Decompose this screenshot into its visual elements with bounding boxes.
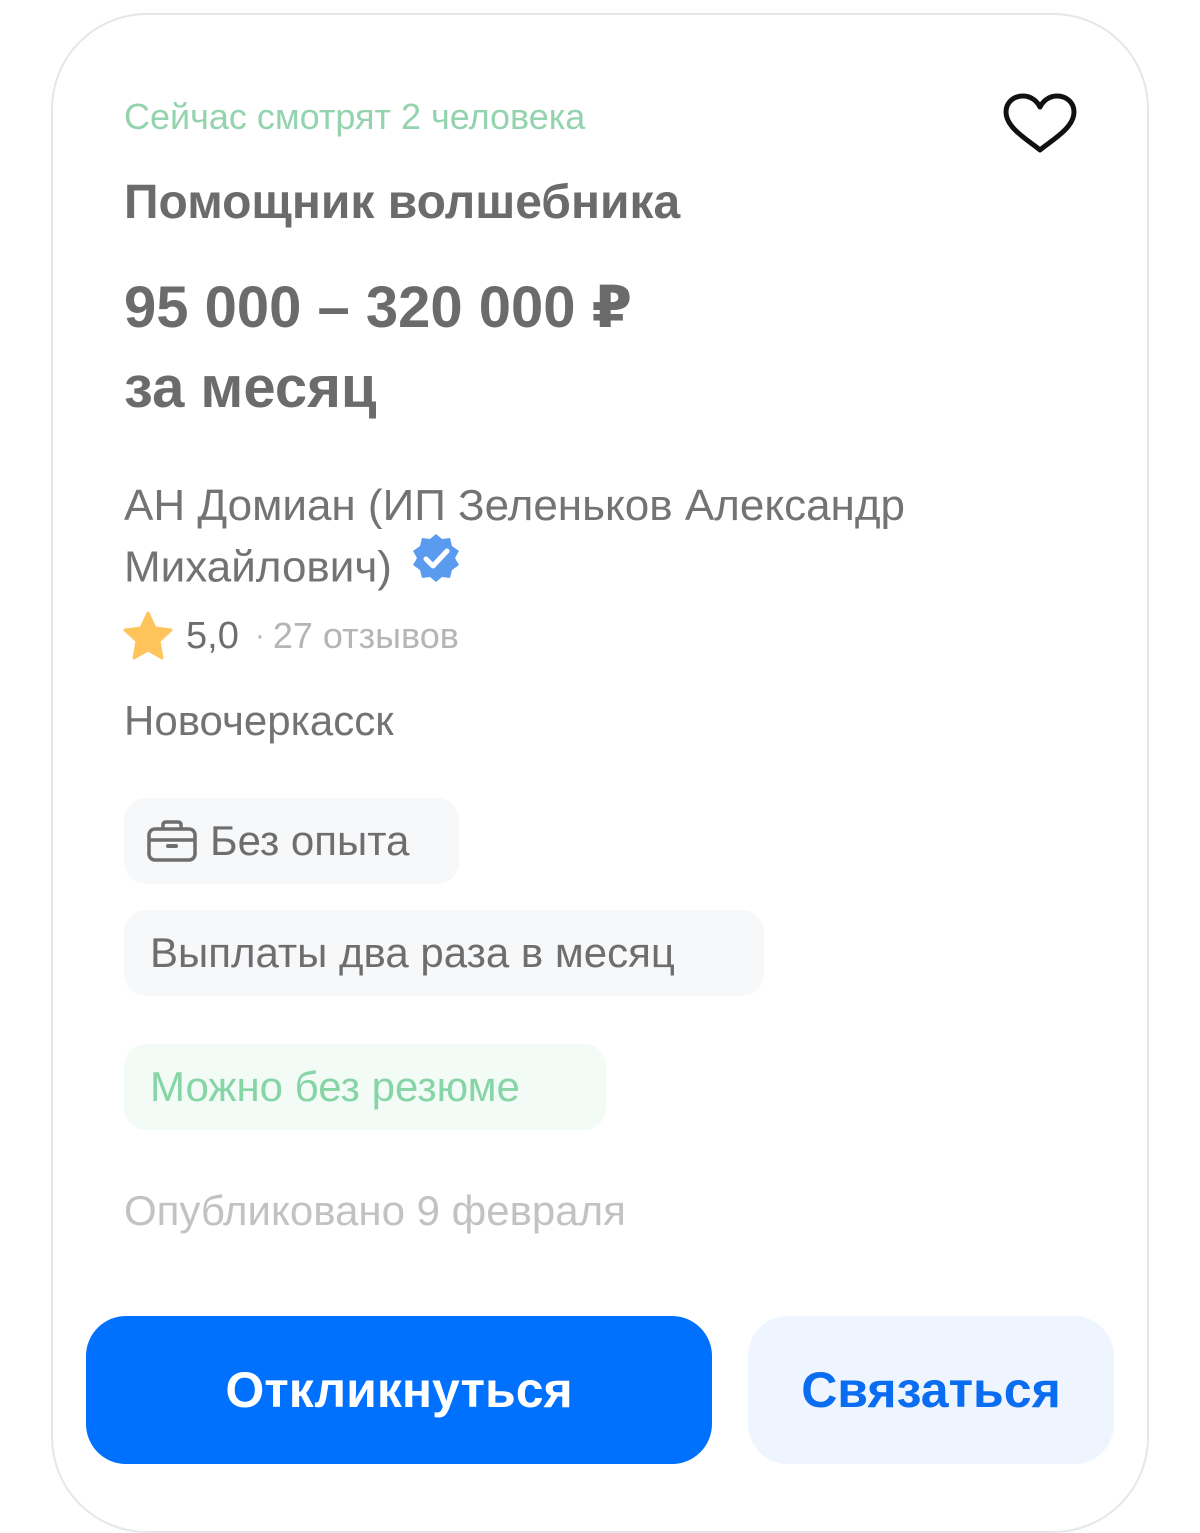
payments-tag-label: Выплаты два раза в месяц	[150, 929, 675, 976]
salary-period: за месяц	[124, 355, 377, 420]
published-date: Опубликовано 9 февраля	[124, 1187, 626, 1234]
no-resume-tag: Можно без резюме	[124, 1044, 606, 1130]
rating-separator: ·	[254, 619, 265, 652]
salary: 95 000 – 320 000 ₽ за месяц	[124, 268, 632, 428]
verified-badge-icon	[410, 532, 462, 600]
star-icon	[123, 611, 173, 660]
city: Новочеркасск	[124, 697, 394, 744]
contact-button[interactable]: Связаться	[748, 1316, 1114, 1464]
apply-button-label: Откликнуться	[225, 1362, 573, 1418]
briefcase-icon	[146, 819, 198, 863]
salary-range: 95 000 – 320 000 ₽	[124, 275, 633, 340]
employer-rating[interactable]: 5,0 · 27 отзывов	[122, 610, 459, 662]
no-resume-tag-label: Можно без резюме	[150, 1063, 520, 1110]
contact-button-label: Связаться	[801, 1362, 1061, 1418]
experience-tag-label: Без опыта	[210, 817, 410, 864]
heart-icon	[1003, 93, 1077, 153]
viewers-count: Сейчас смотрят 2 человека	[124, 96, 586, 137]
reviews-count: 27 отзывов	[272, 615, 459, 656]
experience-tag: Без опыта	[124, 798, 459, 884]
favorite-button[interactable]	[1000, 92, 1080, 156]
employer[interactable]: АН Домиан (ИП Зеленьков Александр Михайл…	[124, 476, 1054, 604]
apply-button[interactable]: Откликнуться	[86, 1316, 712, 1464]
employer-name: АН Домиан (ИП Зеленьков Александр Михайл…	[124, 481, 905, 592]
vacancy-title[interactable]: Помощник волшебника	[124, 174, 680, 232]
rating-score: 5,0	[186, 614, 239, 657]
payments-tag: Выплаты два раза в месяц	[124, 910, 764, 996]
vacancy-card[interactable]	[51, 13, 1149, 1533]
